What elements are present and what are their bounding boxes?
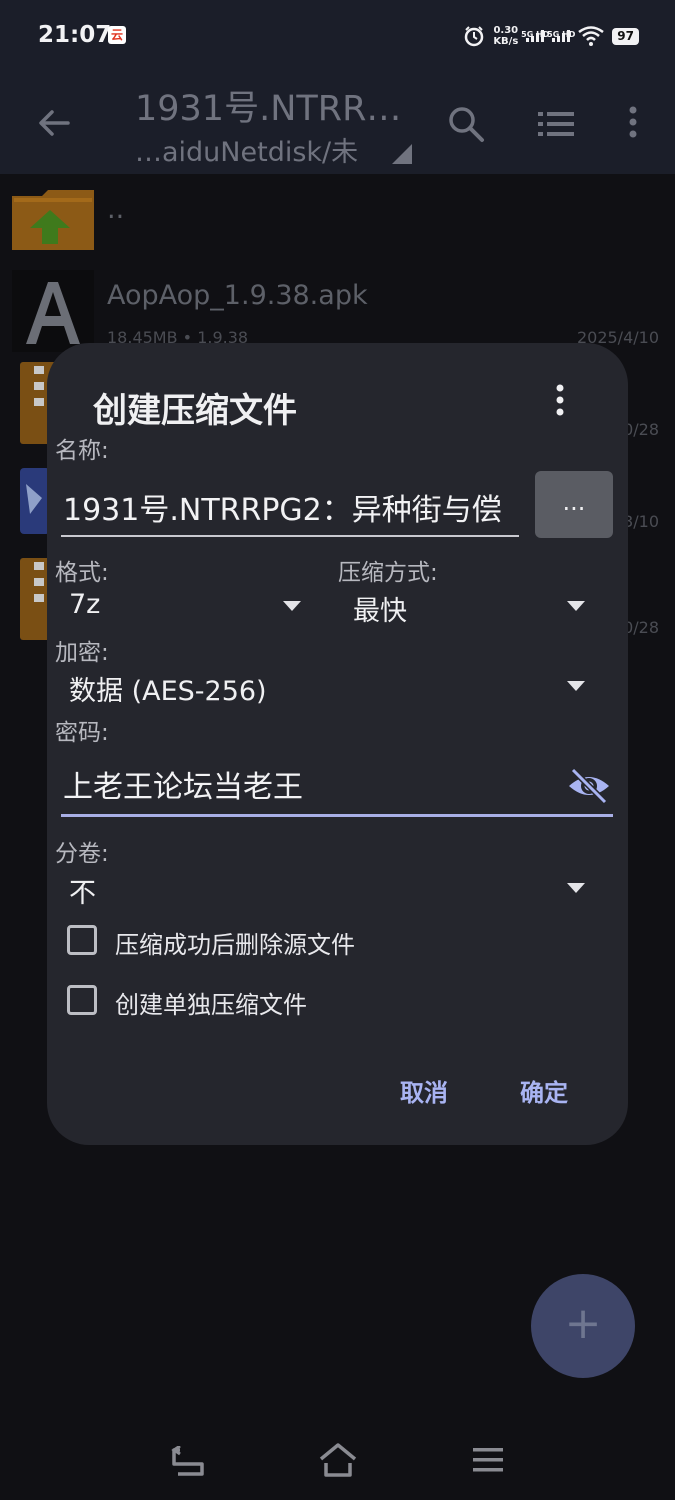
search-icon[interactable] [446,104,486,144]
file-date: 0/28 [623,618,659,637]
net-speed-value: 0.30 [493,25,519,36]
list-item[interactable]: .. [0,174,675,266]
add-fab-button[interactable]: + [531,1274,635,1378]
nav-menu-icon[interactable] [471,1446,505,1474]
split-select[interactable]: 不 [63,869,593,913]
separate-archive-label: 创建单独压缩文件 [115,991,307,1019]
wifi-icon [578,26,605,46]
dialog-title: 创建压缩文件 [93,391,297,431]
status-time: 21:07 [38,22,112,48]
alarm-icon [465,26,484,47]
file-date: 0/28 [623,420,659,439]
delete-source-checkbox[interactable] [67,925,97,955]
chevron-down-icon [567,681,585,691]
chevron-down-icon [567,601,585,611]
add-icon: + [564,1298,602,1349]
chevron-down-icon [283,601,301,611]
status-icons: 0.30 KB/s 5G HD 5G HD 97 [463,22,639,50]
status-bar: 21:07 云 0.30 KB/s 5G HD 5G HD 97 [0,0,675,72]
name-label: 名称: [55,438,109,464]
cloud-app-icon: 云 [108,26,126,44]
archive-name-value: 1931号.NTRRPG2：异种街与偿 [63,493,502,528]
create-archive-dialog: 创建压缩文件 名称: 1931号.NTRRPG2：异种街与偿 ... 格式: 7… [47,343,628,1145]
encrypt-select[interactable]: 数据 (AES-256) [63,667,593,711]
separate-archive-checkbox[interactable] [67,985,97,1015]
archive-name-input[interactable]: 1931号.NTRRPG2：异种街与偿 [61,481,519,537]
encrypt-value: 数据 (AES-256) [69,676,267,707]
nav-home-icon[interactable] [318,1442,358,1478]
sim2-label: 5G HD [547,30,576,39]
more-vert-icon[interactable] [624,104,642,144]
method-value: 最快 [353,596,407,627]
format-select[interactable]: 7z [63,587,309,631]
delete-source-label: 压缩成功后删除源文件 [115,931,355,959]
folder-path[interactable]: …aiduNetdisk/未 [135,130,358,169]
format-label: 格式: [55,560,109,586]
separate-archive-checkbox-row[interactable]: 创建单独压缩文件 [47,981,567,1021]
nav-back-icon[interactable] [170,1446,206,1476]
password-input[interactable]: 上老王论坛当老王 [61,756,613,817]
split-label: 分卷: [55,841,109,867]
folder-up-icon [12,190,94,250]
file-name: .. [107,194,125,225]
encrypt-label: 加密: [55,640,109,666]
sim1-label: 5G HD [521,30,550,39]
format-value: 7z [69,589,101,620]
more-vert-icon[interactable] [552,383,568,419]
method-select[interactable]: 最快 [347,587,593,631]
ok-button[interactable]: 确定 [520,1073,568,1108]
cancel-button[interactable]: 取消 [400,1073,448,1108]
back-arrow-icon[interactable] [34,103,74,143]
browse-button[interactable]: ... [535,471,613,538]
split-value: 不 [69,878,96,909]
list-view-icon[interactable] [536,106,576,142]
password-label: 密码: [55,720,109,746]
chevron-down-icon [567,883,585,893]
visibility-off-icon[interactable] [567,766,611,806]
file-name: AopAop_1.9.38.apk [107,280,368,311]
password-value: 上老王论坛当老王 [63,770,303,805]
folder-title[interactable]: 1931号.NTRR… [135,80,401,131]
app-icon [20,468,50,534]
sim1-signal: 5G HD [521,30,549,42]
system-nav-bar [0,1420,675,1500]
top-app-bar: 1931号.NTRR… …aiduNetdisk/未 [0,72,675,174]
net-speed: 0.30 KB/s [493,25,518,47]
net-speed-unit: KB/s [493,36,519,47]
apk-app-icon [12,270,94,352]
method-label: 压缩方式: [338,560,438,586]
delete-source-checkbox-row[interactable]: 压缩成功后删除源文件 [47,921,567,961]
battery-icon: 97 [612,27,639,45]
file-date: 3/10 [623,512,659,531]
sim2-signal: 5G HD [547,30,575,42]
